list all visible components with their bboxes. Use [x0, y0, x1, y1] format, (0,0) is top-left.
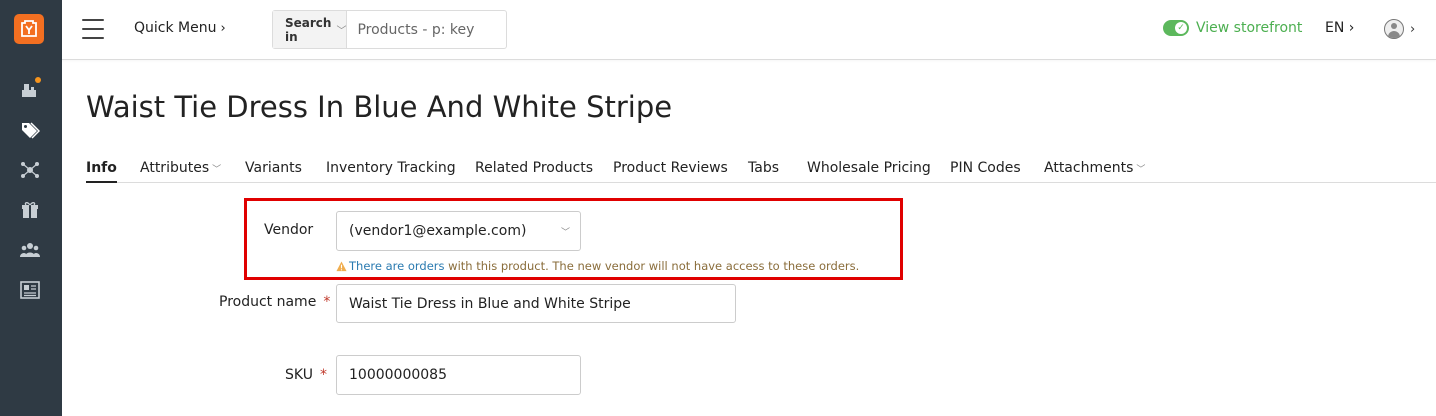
- tab-product-reviews[interactable]: Product Reviews: [613, 160, 728, 183]
- tab-wholesale-pricing[interactable]: Wholesale Pricing: [807, 160, 931, 183]
- tab-label: Info: [86, 160, 117, 176]
- vendor-label: Vendor: [264, 222, 314, 238]
- chevron-down-icon: ﹀: [1136, 165, 1146, 175]
- tab-tabs[interactable]: Tabs: [748, 160, 779, 183]
- language-label: EN: [1325, 20, 1345, 36]
- product-name-label: Product name *: [219, 294, 330, 310]
- vendor-value: (vendor1@example.com): [349, 223, 527, 239]
- required-mark: *: [323, 294, 331, 310]
- vendor-warning: There are orders with this product. The …: [336, 259, 859, 273]
- chevron-right-icon: ›: [1348, 20, 1355, 36]
- tab-bar: Info Attributes ﹀ Variants Inventory Trac…: [86, 158, 1436, 183]
- tab-pin-codes[interactable]: PIN Codes: [950, 160, 1021, 183]
- chevron-down-icon: ﹀: [560, 228, 570, 238]
- marketing-icon[interactable]: [19, 159, 41, 181]
- sku-label: SKU *: [285, 367, 327, 383]
- language-selector[interactable]: EN ›: [1325, 20, 1354, 36]
- logo-icon[interactable]: [14, 14, 44, 44]
- vendor-select[interactable]: (vendor1@example.com) ﹀: [336, 211, 581, 251]
- quick-menu-label: Quick Menu: [134, 20, 217, 36]
- chevron-down-icon: ﹀: [336, 26, 347, 37]
- tab-inventory-tracking[interactable]: Inventory Tracking: [326, 160, 456, 183]
- website-icon[interactable]: [19, 279, 41, 301]
- tab-variants[interactable]: Variants: [245, 160, 302, 183]
- sku-input[interactable]: [336, 355, 581, 395]
- chevron-right-icon: ›: [220, 21, 226, 36]
- quick-menu-button[interactable]: Quick Menu ›: [134, 20, 226, 36]
- tab-label: Inventory Tracking: [326, 160, 456, 176]
- product-name-label-text: Product name: [219, 294, 317, 310]
- customers-icon[interactable]: [19, 239, 41, 261]
- storefront-label: View storefront: [1196, 20, 1303, 36]
- sku-label-text: SKU: [285, 367, 313, 383]
- chevron-down-icon: ﹀: [212, 165, 222, 175]
- promotions-icon[interactable]: [19, 199, 41, 221]
- tab-related-products[interactable]: Related Products: [475, 160, 593, 183]
- tab-label: Related Products: [475, 160, 594, 176]
- orders-link[interactable]: There are orders: [349, 259, 445, 273]
- tab-label: Attachments: [1044, 160, 1134, 176]
- page-title: Waist Tie Dress In Blue And White Stripe: [86, 90, 673, 124]
- product-name-input[interactable]: [336, 284, 736, 323]
- required-mark: *: [319, 367, 327, 383]
- topbar: Quick Menu› Search in﹀ ✓ View storefront…: [62, 0, 1436, 60]
- tab-label: Tabs: [748, 160, 779, 176]
- warning-icon: [336, 260, 347, 271]
- tab-label: Variants: [245, 160, 302, 176]
- tab-label: Wholesale Pricing: [807, 160, 931, 176]
- products-icon[interactable]: [19, 119, 41, 141]
- tab-label: Attributes: [140, 160, 210, 176]
- storefront-toggle-icon[interactable]: ✓: [1163, 20, 1189, 36]
- addons-icon[interactable]: [19, 77, 41, 101]
- search-bar: Search in ﹀: [272, 10, 532, 49]
- sidebar: [0, 0, 62, 416]
- menu-icon[interactable]: [82, 19, 104, 39]
- warning-text: with this product. The new vendor will n…: [444, 259, 860, 273]
- tab-attachments[interactable]: Attachments ﹀: [1044, 160, 1145, 183]
- tab-info[interactable]: Info: [86, 160, 117, 183]
- notification-dot: [35, 77, 41, 83]
- search-in-label: Search in: [285, 15, 332, 44]
- search-input[interactable]: [347, 11, 532, 48]
- chevron-right-icon: ›: [1410, 21, 1416, 37]
- view-storefront-link[interactable]: ✓ View storefront: [1163, 20, 1302, 36]
- tab-attributes[interactable]: Attributes ﹀: [140, 160, 221, 183]
- avatar: [1384, 19, 1404, 39]
- tab-label: PIN Codes: [950, 160, 1021, 176]
- search-in-dropdown[interactable]: Search in ﹀: [273, 11, 348, 48]
- tab-label: Product Reviews: [613, 160, 728, 176]
- user-menu[interactable]: ›: [1384, 19, 1415, 39]
